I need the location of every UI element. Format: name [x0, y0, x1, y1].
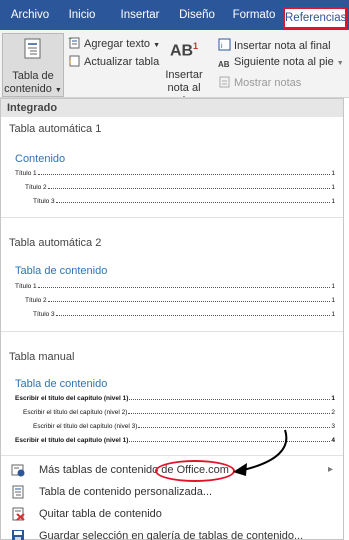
footnote-icon: AB1 [169, 41, 199, 60]
endnote-icon: i [218, 38, 231, 51]
remove-toc-menu-item[interactable]: Quitar tabla de contenido [1, 503, 343, 525]
show-notes-button[interactable]: Mostrar notas [218, 75, 301, 89]
divider [1, 217, 343, 218]
highlight-circle [155, 460, 235, 482]
chevron-right-icon: ▸ [327, 464, 333, 475]
toc-preview-line: Título 31 [33, 311, 335, 318]
tab-inicio[interactable]: Inicio [60, 0, 104, 30]
toc-preview-line: Escribir el título del capítulo (nivel 1… [15, 395, 335, 402]
toc-preview-heading: Tabla de contenido [15, 265, 108, 277]
svg-text:+: + [68, 37, 72, 43]
toc-preview-line: Título 11 [15, 170, 335, 177]
toc-preview-line: Escribir el título del capítulo (nivel 2… [23, 409, 335, 416]
tab-archivo[interactable]: Archivo [4, 0, 56, 30]
ribbon-tab-bar: Archivo Inicio Insertar Diseño Formato R… [0, 0, 349, 30]
toc-preview-line: Título 11 [15, 283, 335, 290]
tab-referencias[interactable]: Referencias [283, 7, 347, 29]
save-selection-menu-item[interactable]: Guardar selección en galería de tablas d… [1, 525, 343, 540]
toc-button-label-2: contenido ▼ [4, 83, 62, 95]
remove-toc-icon [12, 507, 25, 521]
tab-insertar[interactable]: Insertar [112, 0, 168, 30]
update-table-icon: ! [69, 55, 80, 67]
toc-preview-heading: Tabla de contenido [15, 378, 108, 390]
table-of-contents-icon [24, 38, 41, 59]
custom-toc-menu-item[interactable]: Tabla de contenido personalizada... [1, 481, 343, 503]
toc-preview-line: Título 21 [25, 297, 335, 304]
chevron-down-icon: ▼ [153, 42, 161, 49]
toc-button-label: Tabla de [12, 70, 54, 82]
manual-table-title: Tabla manual [9, 351, 75, 363]
insert-endnote-button[interactable]: i Insertar nota al final [218, 38, 331, 52]
next-footnote-icon: AB [218, 60, 230, 69]
gallery-header: Integrado [1, 99, 343, 117]
svg-text:!: ! [69, 59, 71, 67]
tab-formato[interactable]: Formato [226, 0, 282, 30]
add-text-icon: + [68, 37, 80, 49]
tab-diseno[interactable]: Diseño [172, 0, 222, 30]
toc-preview-heading: Contenido [15, 153, 66, 165]
save-gallery-icon [12, 530, 24, 540]
chevron-down-icon: ▼ [54, 87, 62, 94]
chevron-down-icon: ▼ [336, 60, 344, 67]
custom-toc-icon [12, 485, 24, 499]
insert-footnote-label: Insertar [165, 69, 203, 82]
auto-table-2-title: Tabla automática 2 [9, 237, 102, 249]
ribbon-panel: Tabla de contenido ▼ + Agregar texto ▼ ! A… [0, 30, 349, 107]
table-of-contents-button[interactable]: Tabla de contenido ▼ [2, 33, 64, 97]
auto-table-1-title: Tabla automática 1 [9, 123, 102, 135]
divider [1, 331, 343, 332]
office-globe-icon [11, 464, 25, 477]
annotation-arrow-icon [233, 429, 288, 476]
toc-preview-line: Título 21 [25, 184, 335, 191]
update-table-button[interactable]: ! Actualizar tabla [68, 54, 159, 68]
show-notes-icon [219, 76, 230, 88]
add-text-button[interactable]: + Agregar texto ▼ [68, 36, 160, 50]
toc-preview-line: Título 31 [33, 198, 335, 205]
next-footnote-button[interactable]: AB Siguiente nota al pie ▼ [218, 56, 344, 73]
